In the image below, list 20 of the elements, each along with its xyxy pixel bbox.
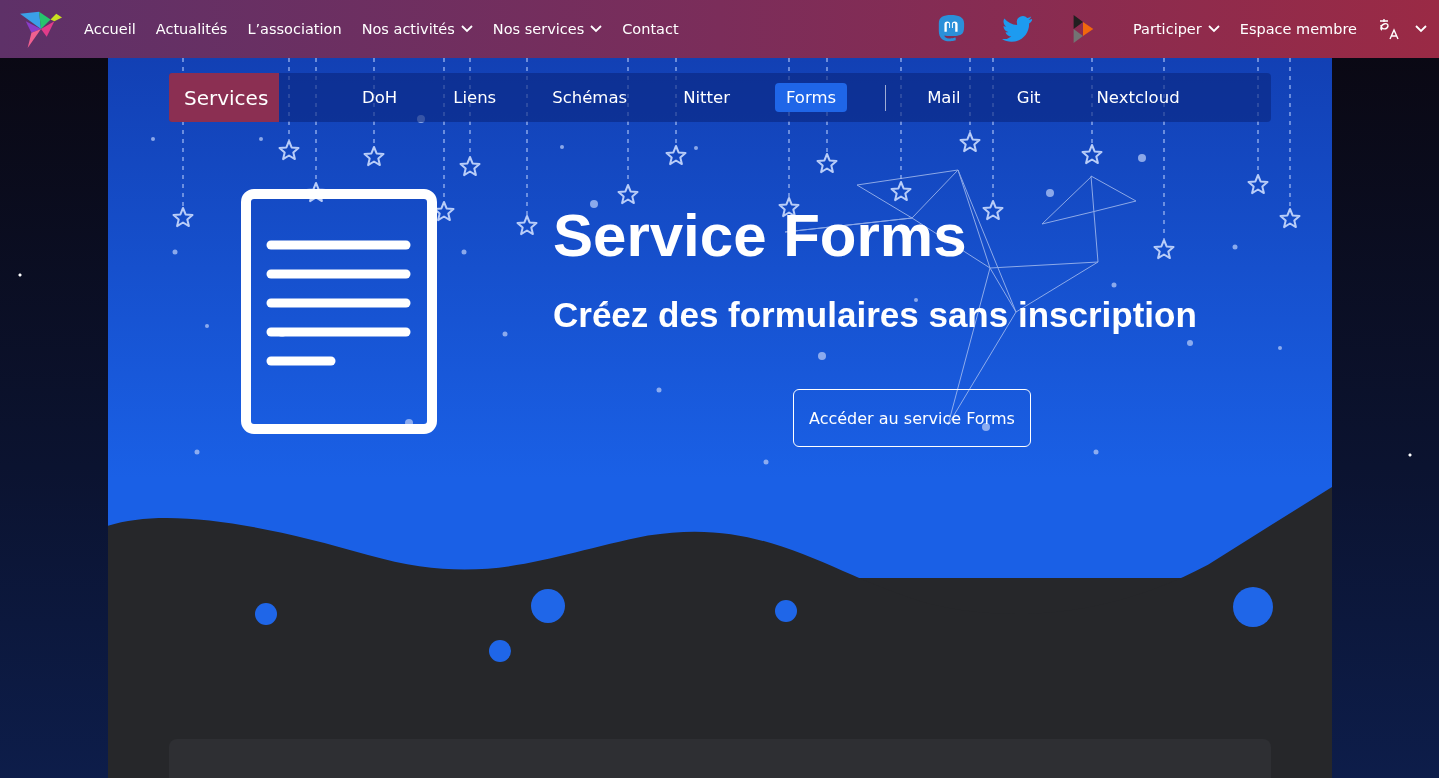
service-tab[interactable]: Nitter (672, 83, 741, 112)
hero-title: Service Forms (553, 201, 968, 271)
service-tab[interactable]: Nextcloud (1085, 83, 1191, 112)
nav-link[interactable]: Accueil (84, 21, 136, 37)
nav-link[interactable]: Espace membre (1239, 21, 1357, 37)
access-service-button[interactable]: Accéder au service Forms (793, 389, 1031, 447)
section-label: Services (169, 73, 279, 122)
nav-link[interactable]: Actualités (155, 21, 228, 37)
nav-link[interactable]: L’association (247, 21, 342, 37)
service-tab[interactable]: Forms (774, 83, 848, 112)
service-tab[interactable]: Schémas (541, 83, 639, 112)
service-tab[interactable]: Liens (442, 83, 508, 112)
nav-link[interactable]: Nos services (492, 21, 603, 37)
nav-link[interactable]: Nos activités (361, 21, 473, 37)
service-tab[interactable]: DoH (351, 83, 409, 112)
hero-subtitle: Créez des formulaires sans inscription (553, 295, 1197, 335)
nav-link[interactable]: Contact (622, 21, 679, 37)
service-tab[interactable]: Mail (916, 83, 972, 112)
service-tab[interactable]: Git (1005, 83, 1052, 112)
nav-link[interactable]: Participer (1133, 21, 1220, 37)
